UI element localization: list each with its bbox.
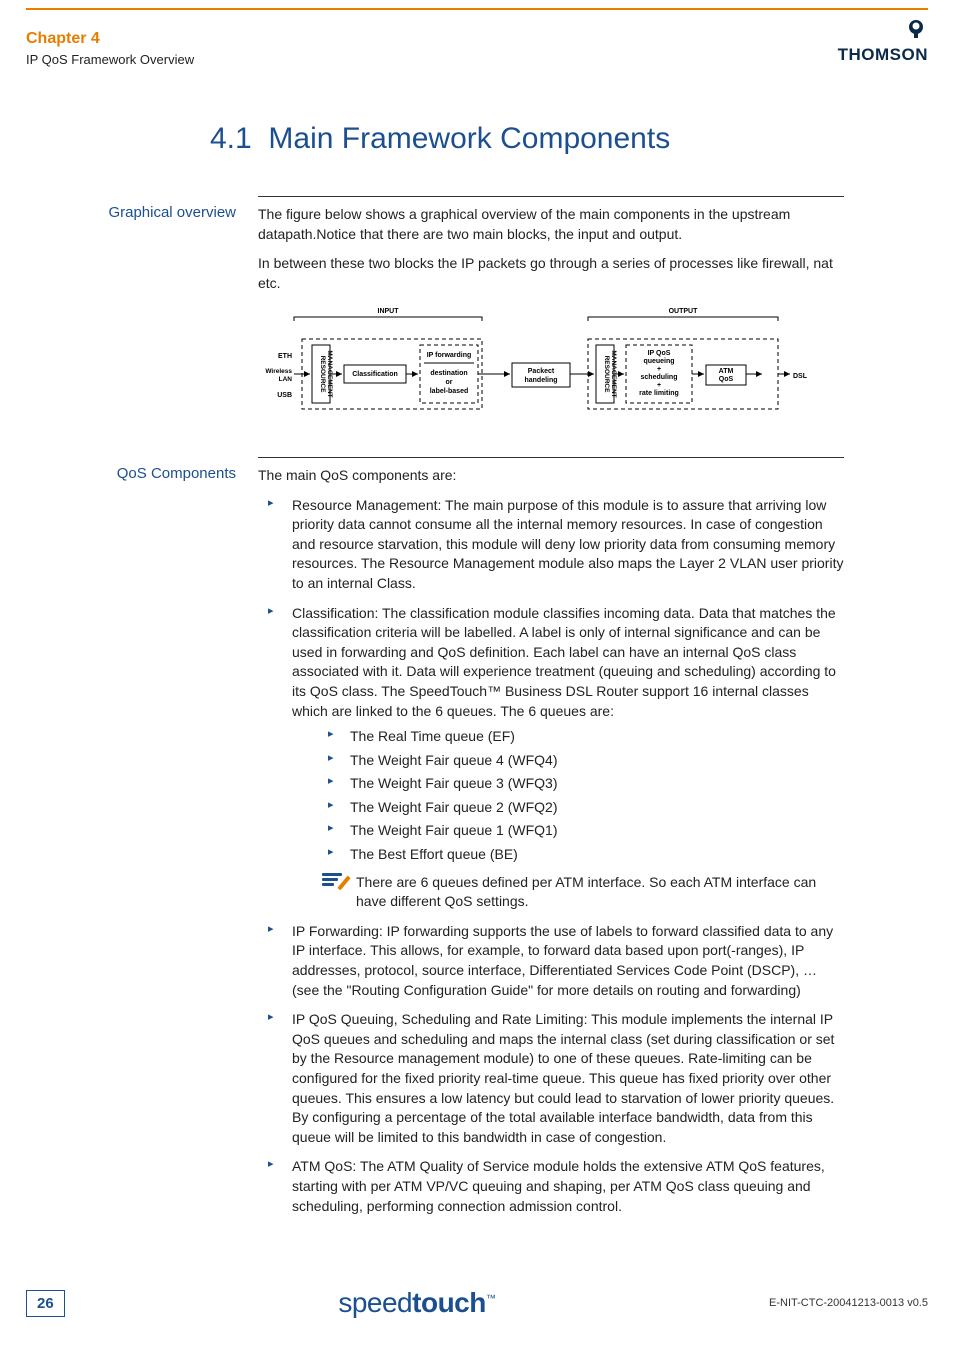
qos-item-atm-qos: ATM QoS: The ATM Quality of Service modu… — [258, 1157, 844, 1216]
queue-wfq2: The Weight Fair queue 2 (WFQ2) — [322, 798, 844, 818]
graphical-body: The figure below shows a graphical overv… — [258, 196, 844, 433]
qos-item-resource-management: Resource Management: The main purpose of… — [258, 496, 844, 594]
speedtouch-logo: speedtouch™ — [338, 1287, 495, 1319]
svg-text:QoS: QoS — [719, 376, 734, 383]
footer: 26 speedtouch™ E-NIT-CTC-20041213-0013 v… — [26, 1287, 928, 1319]
queue-sub-list: The Real Time queue (EF) The Weight Fair… — [292, 727, 844, 865]
qos-main-list: Resource Management: The main purpose of… — [258, 496, 844, 1217]
qos-components-block: QoS Components The main QoS components a… — [26, 457, 844, 1226]
svg-text:Wireless: Wireless — [265, 368, 292, 375]
svg-text:Packect: Packect — [528, 368, 555, 375]
logo-light: speed — [338, 1287, 412, 1318]
svg-text:scheduling: scheduling — [641, 374, 678, 381]
note-row: There are 6 queues defined per ATM inter… — [322, 873, 844, 912]
page-number: 26 — [26, 1290, 65, 1317]
queue-be: The Best Effort queue (BE) — [322, 845, 844, 865]
svg-text:OUTPUT: OUTPUT — [669, 308, 699, 315]
section-title: 4.1 Main Framework Components — [210, 122, 670, 156]
svg-text:RESOURCE: RESOURCE — [603, 356, 610, 394]
svg-text:INPUT: INPUT — [378, 308, 400, 315]
thomson-mark-icon — [904, 18, 928, 42]
queue-wfq4: The Weight Fair queue 4 (WFQ4) — [322, 751, 844, 771]
side-label-graphical: Graphical overview — [26, 196, 258, 433]
section-name: Main Framework Components — [268, 122, 670, 155]
svg-text:LAN: LAN — [279, 376, 293, 383]
queue-ef: The Real Time queue (EF) — [322, 727, 844, 747]
svg-text:DSL: DSL — [793, 373, 808, 380]
top-accent-bar — [26, 8, 928, 10]
queue-wfq3: The Weight Fair queue 3 (WFQ3) — [322, 774, 844, 794]
brand-text: THOMSON — [838, 45, 928, 65]
brand-logo: THOMSON — [838, 18, 928, 65]
framework-diagram: INPUT OUTPUT ETH Wireless LAN USB RESOUR… — [258, 303, 844, 429]
svg-text:rate limiting: rate limiting — [639, 390, 679, 397]
qos-body: The main QoS components are: Resource Ma… — [258, 457, 844, 1226]
graphical-p1: The figure below shows a graphical overv… — [258, 205, 844, 244]
qos-intro: The main QoS components are: — [258, 466, 844, 486]
header-left: Chapter 4 IP QoS Framework Overview — [26, 30, 194, 67]
chapter-subtitle: IP QoS Framework Overview — [26, 52, 194, 67]
logo-bold: touch — [412, 1287, 486, 1318]
queue-wfq1: The Weight Fair queue 1 (WFQ1) — [322, 821, 844, 841]
qos-item-ip-forwarding: IP Forwarding: IP forwarding supports th… — [258, 922, 844, 1000]
svg-text:ATM: ATM — [719, 368, 734, 375]
svg-text:IP QoS: IP QoS — [648, 350, 671, 357]
svg-text:or: or — [446, 379, 453, 386]
svg-text:handeling: handeling — [524, 377, 557, 384]
graphical-overview-block: Graphical overview The figure below show… — [26, 196, 844, 433]
note-icon — [322, 873, 344, 893]
side-label-qos: QoS Components — [26, 457, 258, 1226]
logo-tm: ™ — [486, 1294, 496, 1305]
qos-item-classification: Classification: The classification modul… — [258, 604, 844, 912]
svg-text:destination: destination — [430, 370, 467, 377]
svg-text:ETH: ETH — [278, 353, 292, 360]
svg-text:label-based: label-based — [430, 388, 469, 395]
svg-text:Classification: Classification — [352, 371, 398, 378]
svg-text:RESOURCE: RESOURCE — [319, 356, 326, 394]
qos-item-ip-qos-queuing: IP QoS Queuing, Scheduling and Rate Limi… — [258, 1010, 844, 1147]
qos-item2-text: Classification: The classification modul… — [292, 605, 836, 719]
chapter-label: Chapter 4 — [26, 30, 194, 48]
graphical-p2: In between these two blocks the IP packe… — [258, 254, 844, 293]
doc-reference: E-NIT-CTC-20041213-0013 v0.5 — [769, 1297, 928, 1309]
section-number: 4.1 — [210, 122, 252, 155]
svg-text:IP forwarding: IP forwarding — [427, 352, 472, 359]
svg-text:queueing: queueing — [643, 358, 674, 365]
svg-text:+: + — [657, 366, 661, 373]
svg-text:USB: USB — [277, 392, 292, 399]
svg-text:+: + — [657, 382, 661, 389]
note-text: There are 6 queues defined per ATM inter… — [356, 873, 844, 912]
